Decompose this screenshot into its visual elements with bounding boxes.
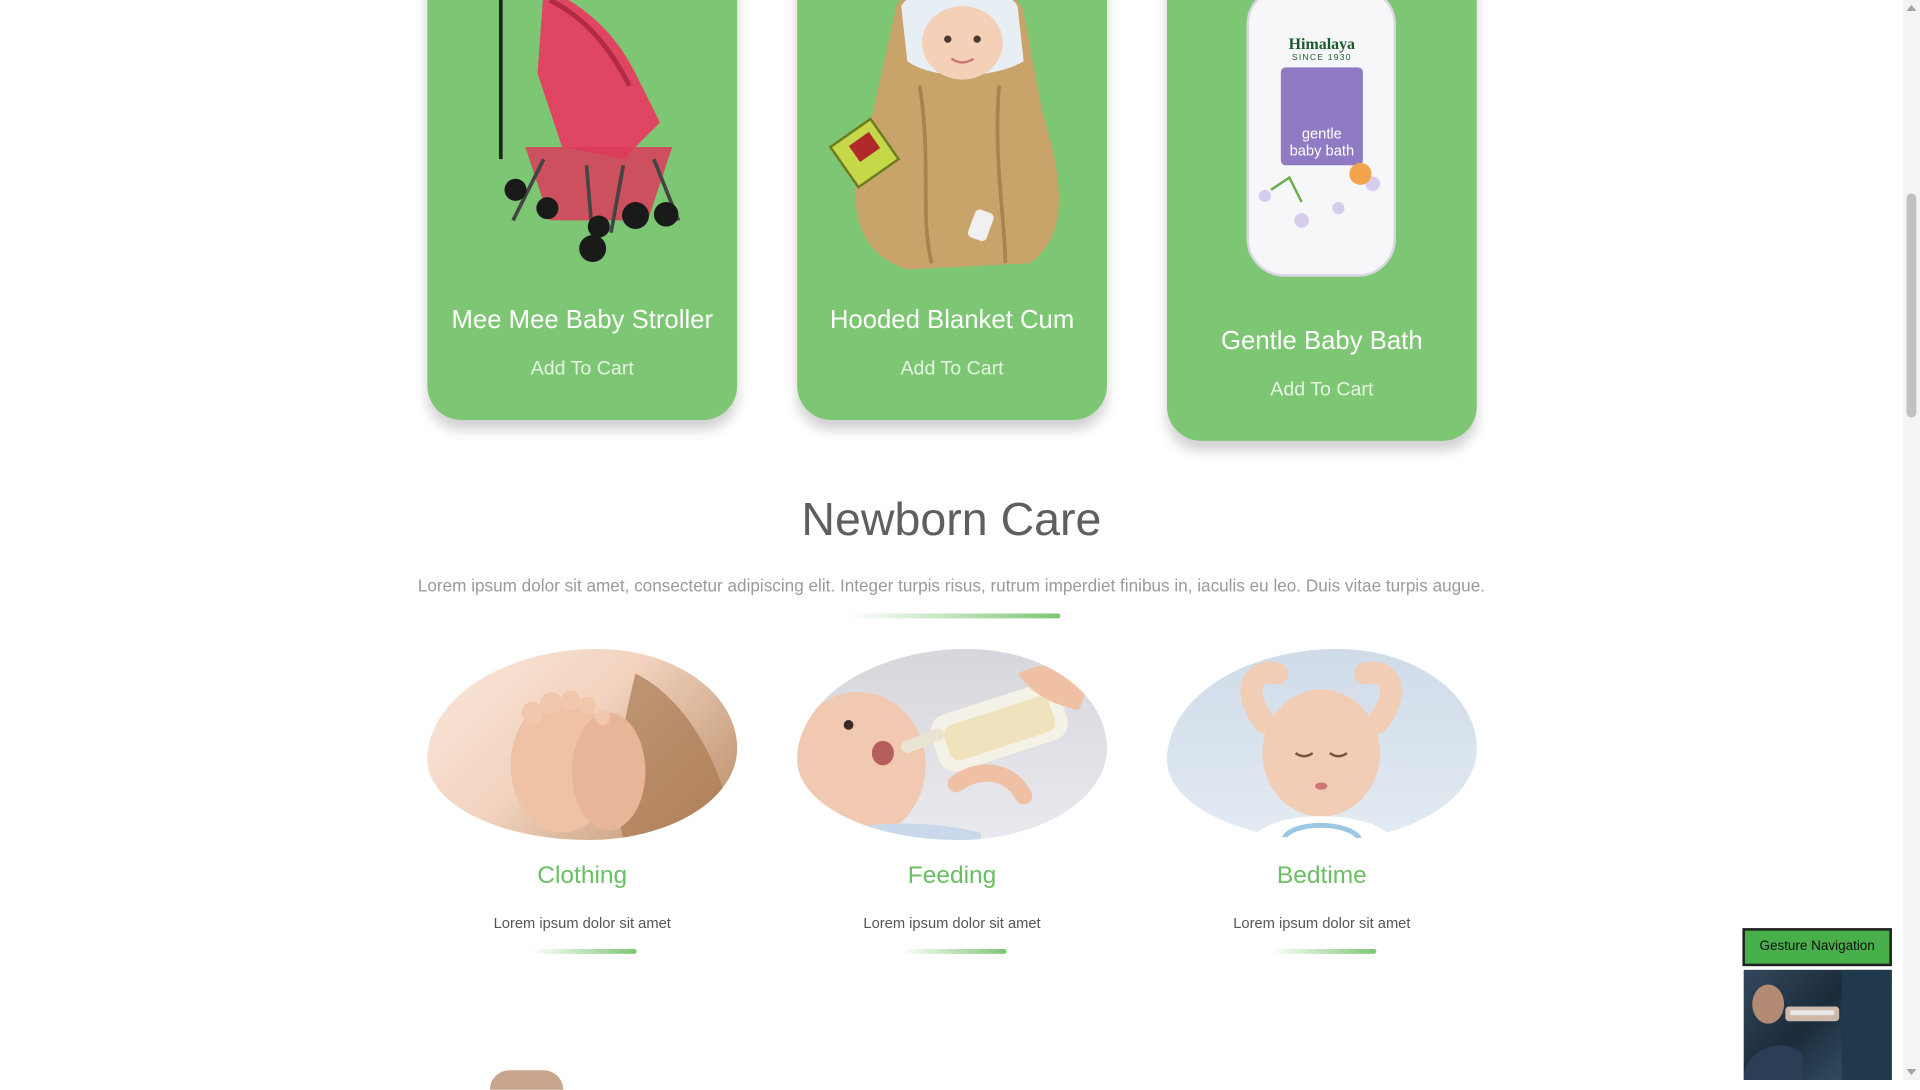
category-divider [900,948,1007,954]
product-name: Mee Mee Baby Stroller [451,306,714,335]
category-image[interactable] [427,648,738,841]
hooded-blanket-icon [828,0,1059,270]
category-title[interactable]: Clothing [427,862,737,890]
add-to-cart-button[interactable]: Add To Cart [797,359,1107,381]
bottle-brand: Himalaya [1288,34,1356,53]
category-card[interactable]: Bedtime Lorem ipsum dolor sit amet [1166,648,1477,954]
category-image[interactable] [1166,648,1477,841]
product-card[interactable]: Himalaya SINCE 1930 gentle baby bath Gen… [1166,0,1477,441]
bottle-line1: gentle [1301,124,1342,143]
section-title: Newborn Care [801,494,1102,547]
category-image[interactable] [797,648,1107,841]
add-to-cart-button[interactable]: Add To Cart [427,359,737,381]
product-name: Gentle Baby Bath [1221,326,1423,356]
product-card[interactable]: Hooded Blanket Cum Add To Cart [797,0,1107,421]
scrollbar-thumb[interactable] [1906,193,1917,418]
add-to-cart-button[interactable]: Add To Cart [1167,380,1477,402]
category-divider [1269,948,1377,954]
category-divider [530,948,637,954]
sleeping-baby-icon [1240,661,1402,841]
section-divider [847,613,1061,619]
bottle-since: SINCE 1930 [1291,53,1352,63]
category-title[interactable]: Feeding [797,862,1107,890]
section-description: Lorem ipsum dolor sit amet, consectetur … [417,575,1486,596]
product-card[interactable]: Mee Mee Baby Stroller Add To Cart [427,0,738,421]
baby-feeding-bottle-icon [797,664,1092,841]
category-description: Lorem ipsum dolor sit amet [493,914,671,932]
category-title[interactable]: Bedtime [1167,862,1477,890]
person-icon [1743,969,1892,1081]
webcam-preview [1743,969,1892,1081]
product-name: Hooded Blanket Cum [829,306,1075,335]
category-card[interactable]: Feeding Lorem ipsum dolor sit amet [797,648,1107,954]
next-section-image [489,1070,564,1090]
baby-stroller-icon [498,0,681,263]
category-description: Lorem ipsum dolor sit amet [863,914,1041,932]
bottle-line2: baby bath [1289,142,1355,160]
page-scrollbar[interactable] [1902,0,1920,1081]
category-card[interactable]: Clothing Lorem ipsum dolor sit amet [427,648,738,954]
gesture-navigation-button[interactable]: Gesture Navigation [1742,928,1892,967]
category-description: Lorem ipsum dolor sit amet [1233,914,1411,932]
page: Mee Mee Baby Stroller Add To Cart Hooded… [0,0,1920,1090]
scroll-down-icon[interactable] [1906,1068,1917,1076]
baby-feet-icon [510,673,734,841]
scroll-up-icon[interactable] [1906,4,1917,12]
